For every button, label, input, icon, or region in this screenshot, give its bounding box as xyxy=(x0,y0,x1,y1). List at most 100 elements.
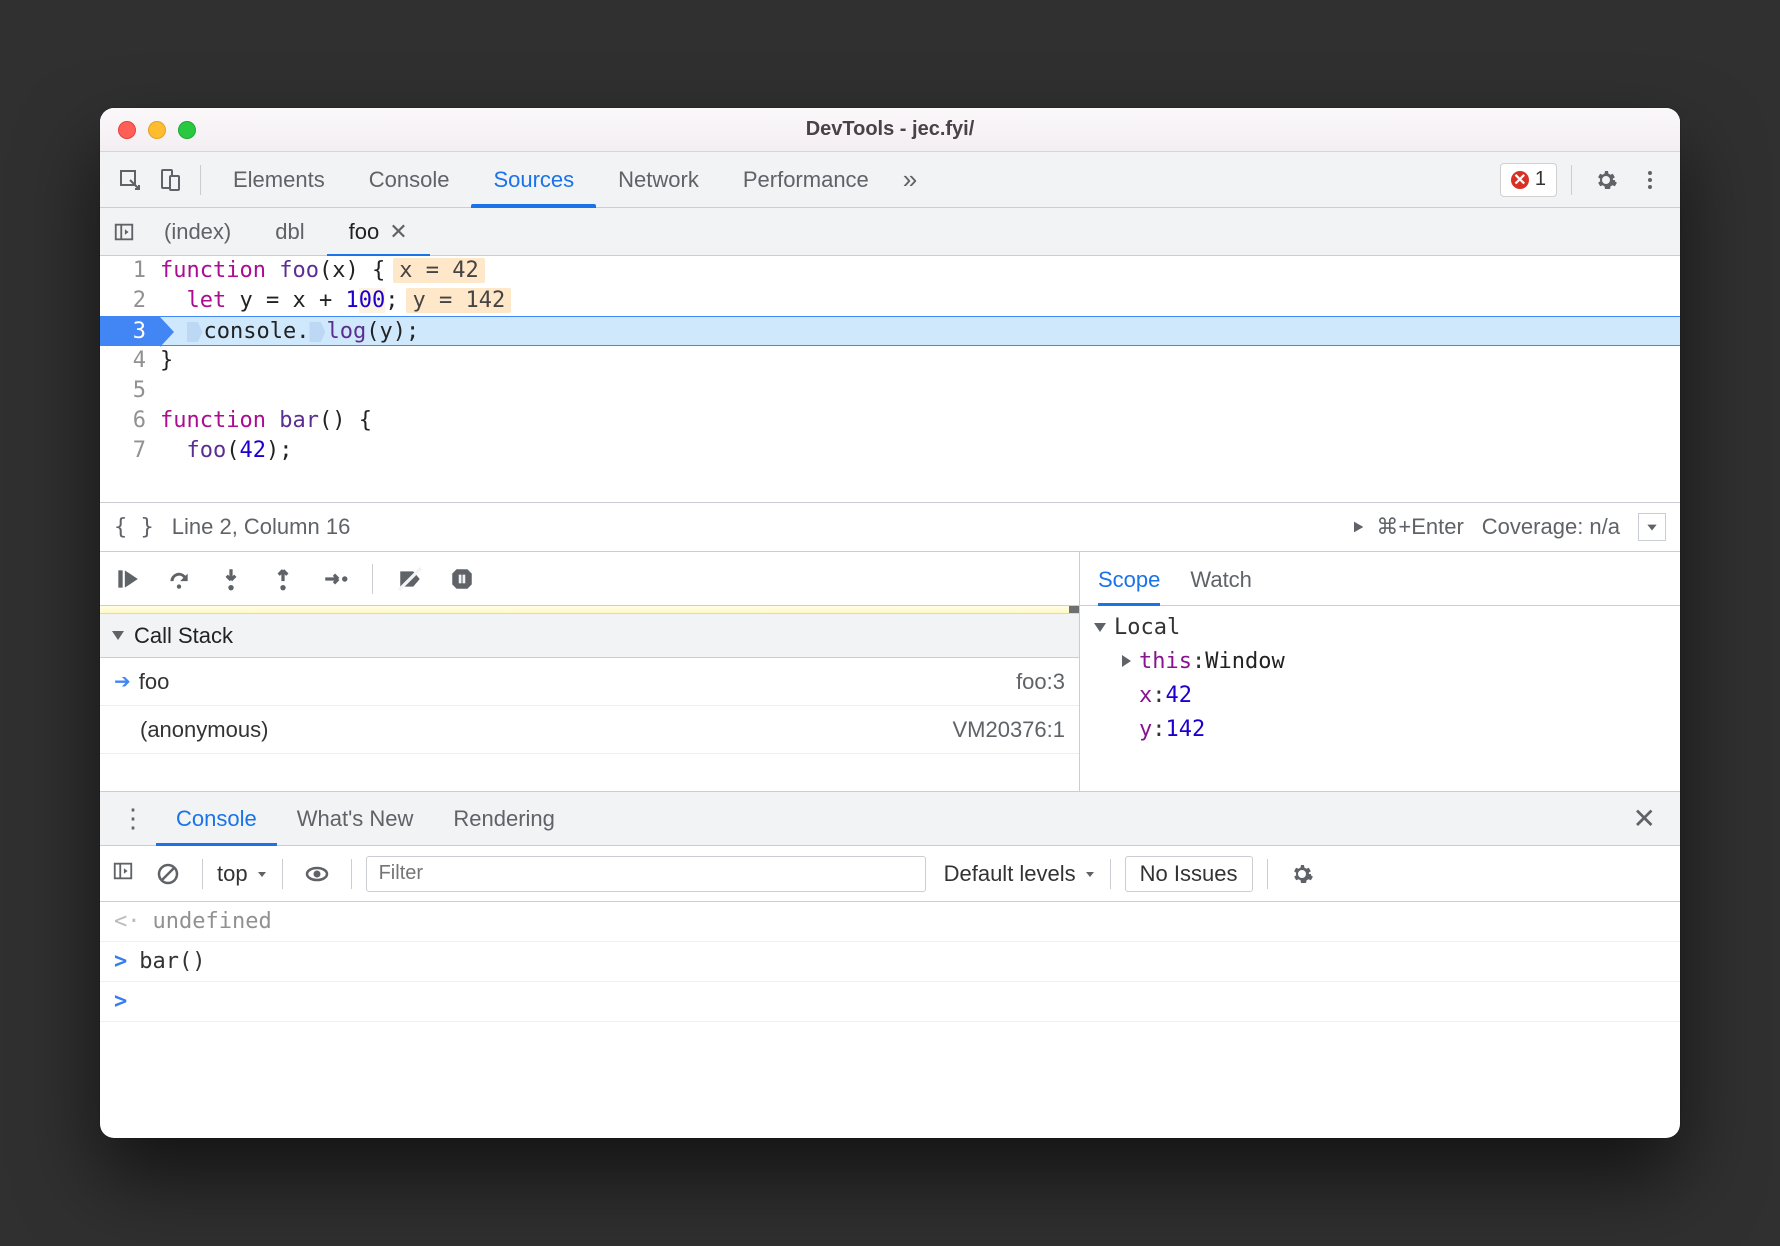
line-number[interactable]: 5 xyxy=(100,376,160,406)
scope-tabstrip: Scope Watch xyxy=(1080,552,1680,606)
tab-watch[interactable]: Watch xyxy=(1190,567,1252,605)
close-file-icon[interactable]: ✕ xyxy=(389,219,407,245)
console-row[interactable]: >bar() xyxy=(100,942,1680,982)
device-toolbar-icon[interactable] xyxy=(150,160,190,200)
code-line[interactable]: 6function bar() { xyxy=(100,406,1680,436)
separator xyxy=(372,564,373,594)
drawer-tab-rendering[interactable]: Rendering xyxy=(433,792,575,846)
debugger-pane: Call Stack ➔foofoo:3(anonymous)VM20376:1… xyxy=(100,552,1680,792)
call-stack-header[interactable]: Call Stack xyxy=(100,614,1079,658)
line-number[interactable]: 7 xyxy=(100,436,160,466)
console-row[interactable]: <·undefined xyxy=(100,902,1680,942)
debugger-right: Scope Watch Localthis: Windowx: 42y: 142 xyxy=(1080,552,1680,791)
expand-icon xyxy=(1122,655,1131,667)
step-into-icon[interactable] xyxy=(216,564,246,594)
separator xyxy=(1110,859,1111,889)
code-line[interactable]: 5 xyxy=(100,376,1680,406)
coverage-status: Coverage: n/a xyxy=(1482,514,1620,540)
error-count: 1 xyxy=(1535,168,1546,191)
settings-icon[interactable] xyxy=(1586,160,1626,200)
kebab-menu-icon[interactable] xyxy=(1630,160,1670,200)
live-expression-icon[interactable] xyxy=(297,854,337,894)
code-line[interactable]: 2 let y = x + 100;y = 142 xyxy=(100,286,1680,316)
tab-sources[interactable]: Sources xyxy=(471,152,596,208)
inline-value-hint: x = 42 xyxy=(393,258,484,283)
drawer-tab-console[interactable]: Console xyxy=(156,792,277,846)
console-toolbar: top Default levels No Issues xyxy=(100,846,1680,902)
close-drawer-icon[interactable]: ✕ xyxy=(1619,802,1670,835)
prompt-icon: > xyxy=(114,949,127,974)
drawer-tabstrip: ⋮ ConsoleWhat's NewRendering ✕ xyxy=(100,792,1680,846)
error-count-badge[interactable]: ✕ 1 xyxy=(1500,163,1557,197)
file-tab[interactable]: (index) xyxy=(142,208,253,256)
tab-network[interactable]: Network xyxy=(596,152,721,208)
console-settings-icon[interactable] xyxy=(1282,854,1322,894)
call-stack-frame[interactable]: ➔foofoo:3 xyxy=(100,658,1079,706)
code-editor[interactable]: 1function foo(x) {x = 422 let y = x + 10… xyxy=(100,256,1680,502)
tab-console[interactable]: Console xyxy=(347,152,472,208)
window-title: DevTools - jec.fyi/ xyxy=(100,118,1680,141)
scope-variable[interactable]: y: 142 xyxy=(1080,712,1680,746)
pretty-print-icon[interactable]: { } xyxy=(114,515,154,540)
scope-variable[interactable]: this: Window xyxy=(1080,644,1680,678)
deactivate-breakpoints-icon[interactable] xyxy=(395,564,425,594)
titlebar: DevTools - jec.fyi/ xyxy=(100,108,1680,152)
inspect-element-icon[interactable] xyxy=(110,160,150,200)
call-stack-frame[interactable]: (anonymous)VM20376:1 xyxy=(100,706,1079,754)
separator xyxy=(202,859,203,889)
devtools-window: DevTools - jec.fyi/ ElementsConsoleSourc… xyxy=(100,108,1680,1138)
error-icon: ✕ xyxy=(1511,171,1529,189)
tab-scope[interactable]: Scope xyxy=(1098,567,1160,605)
line-number[interactable]: 4 xyxy=(100,346,160,376)
line-number[interactable]: 6 xyxy=(100,406,160,436)
paused-indicator xyxy=(100,606,1079,614)
scope-group[interactable]: Local xyxy=(1080,610,1680,644)
step-out-icon[interactable] xyxy=(268,564,298,594)
debugger-left: Call Stack ➔foofoo:3(anonymous)VM20376:1 xyxy=(100,552,1080,791)
return-icon: <· xyxy=(114,909,141,934)
editor-statusbar: { } Line 2, Column 16 ⌘+Enter Coverage: … xyxy=(100,502,1680,552)
console-filter-input[interactable] xyxy=(366,856,926,892)
issues-button[interactable]: No Issues xyxy=(1125,856,1253,892)
log-levels-selector[interactable]: Default levels xyxy=(944,861,1096,887)
separator xyxy=(1571,165,1572,195)
line-number[interactable]: 3 xyxy=(100,317,160,345)
cursor-position: Line 2, Column 16 xyxy=(172,514,351,540)
separator xyxy=(351,859,352,889)
drawer-tab-what-s-new[interactable]: What's New xyxy=(277,792,434,846)
code-line[interactable]: 7 foo(42); xyxy=(100,436,1680,466)
show-navigator-icon[interactable] xyxy=(106,221,142,243)
separator xyxy=(200,165,201,195)
step-icon[interactable] xyxy=(320,564,350,594)
clear-console-icon[interactable] xyxy=(148,854,188,894)
code-line[interactable]: 1function foo(x) {x = 42 xyxy=(100,256,1680,286)
show-console-sidebar-icon[interactable] xyxy=(112,860,134,888)
debugger-toolbar xyxy=(100,552,1079,606)
context-selector[interactable]: top xyxy=(217,861,268,887)
console-body[interactable]: <·undefined>bar()> xyxy=(100,902,1680,1138)
inline-value-hint: y = 142 xyxy=(406,288,511,313)
main-tabstrip: ElementsConsoleSourcesNetworkPerformance… xyxy=(100,152,1680,208)
tab-performance[interactable]: Performance xyxy=(721,152,891,208)
file-tab[interactable]: dbl xyxy=(253,208,326,256)
current-frame-icon: ➔ xyxy=(114,669,131,694)
expand-icon xyxy=(112,631,124,640)
tab-elements[interactable]: Elements xyxy=(211,152,347,208)
pause-on-exceptions-icon[interactable] xyxy=(447,564,477,594)
statusbar-menu-icon[interactable] xyxy=(1638,513,1666,541)
code-line[interactable]: 4} xyxy=(100,346,1680,376)
drawer-more-icon[interactable]: ⋮ xyxy=(110,803,156,834)
scope-variable[interactable]: x: 42 xyxy=(1080,678,1680,712)
more-tabs-icon[interactable]: » xyxy=(891,164,929,195)
line-number[interactable]: 2 xyxy=(100,286,160,316)
file-tab[interactable]: foo✕ xyxy=(327,208,430,256)
line-number[interactable]: 1 xyxy=(100,256,160,286)
separator xyxy=(282,859,283,889)
step-over-icon[interactable] xyxy=(164,564,194,594)
call-frame-marker-icon xyxy=(187,322,203,342)
call-frame-marker-icon xyxy=(309,322,325,342)
scope-body: Localthis: Windowx: 42y: 142 xyxy=(1080,606,1680,750)
code-line[interactable]: 3 console.log(y); xyxy=(100,316,1680,346)
console-row[interactable]: > xyxy=(100,982,1680,1022)
resume-icon[interactable] xyxy=(112,564,142,594)
